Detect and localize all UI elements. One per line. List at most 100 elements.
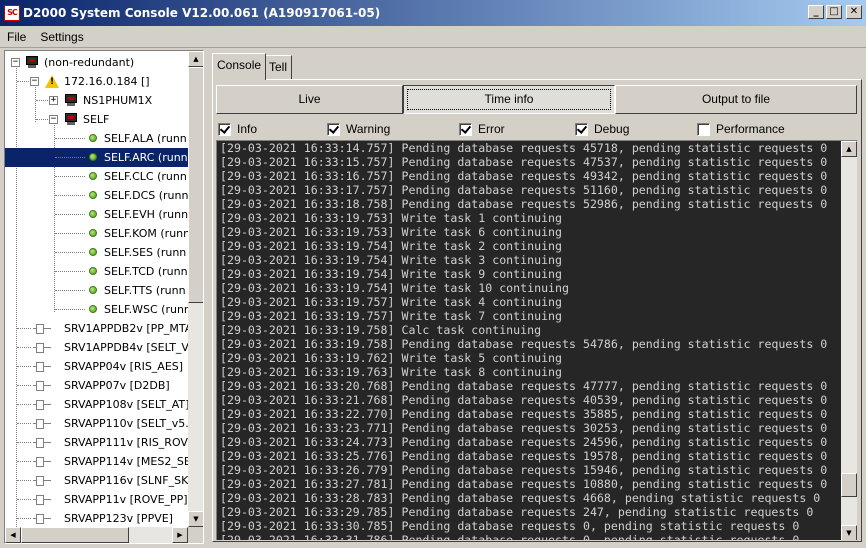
live-button[interactable]: Live (216, 85, 403, 114)
tree-node-label: SELF.DCS (runn (104, 189, 188, 202)
menu-settings[interactable]: Settings (33, 30, 90, 44)
tree-node-process[interactable]: SELF.DCS (runn (5, 186, 188, 205)
tree-node-label: (non-redundant) (44, 56, 135, 69)
computer-icon (64, 94, 78, 106)
tree-node-server[interactable]: SRV1APPDB2v [PP_MTA (5, 319, 188, 338)
minimize-button[interactable]: _ (808, 5, 824, 19)
tree-node-process[interactable]: SELF.EVH (runn (5, 205, 188, 224)
tree-node-process[interactable]: SELF.SES (runn (5, 243, 188, 262)
log-line: [29-03-2021 16:33:15.757] Pending databa… (220, 155, 828, 169)
tree-view[interactable]: − (non-redundant) − 172.16.0.184 [] + NS… (5, 51, 188, 527)
tree-node-server[interactable]: SRVAPP123v [PPVE] (5, 509, 188, 527)
log-line: [29-03-2021 16:33:17.757] Pending databa… (220, 183, 828, 197)
tree-node-label: SRVAPP116v [SLNF_SKE (64, 474, 188, 487)
expand-icon[interactable]: + (49, 96, 58, 105)
tree-node-host[interactable]: − 172.16.0.184 [] (5, 72, 188, 91)
log-line: [29-03-2021 16:33:30.785] Pending databa… (220, 519, 800, 533)
scrollbar-thumb[interactable] (21, 527, 129, 543)
maximize-button[interactable]: □ (826, 5, 842, 19)
connection-icon (33, 438, 51, 448)
tree-node-process[interactable]: SELF.ARC (runn (5, 148, 188, 167)
tree-node-server[interactable]: SRVAPP04v [RIS_AES] (5, 357, 188, 376)
tree-node-process[interactable]: SELF.TTS (runn (5, 281, 188, 300)
scroll-left-icon[interactable]: ◀ (5, 527, 21, 543)
console-log[interactable]: [29-03-2021 16:33:14.757] Pending databa… (216, 140, 857, 540)
computer-icon (64, 113, 78, 125)
checkbox-warning-box[interactable] (327, 122, 340, 136)
tree-node-server[interactable]: SRVAPP111v [RIS_ROVE (5, 433, 188, 452)
computer-icon (25, 56, 39, 68)
connection-icon (33, 400, 51, 410)
log-scrollbar[interactable]: ▲ ▼ (841, 141, 857, 540)
log-line: [29-03-2021 16:33:19.753] Write task 6 c… (220, 225, 563, 239)
tree-node-process[interactable]: SELF.CLC (runn (5, 167, 188, 186)
tree-node-server[interactable]: SRVAPP114v [MES2_SEI (5, 452, 188, 471)
tree-node-label: SRVAPP111v [RIS_ROVE (64, 436, 188, 449)
scrollbar-thumb[interactable] (188, 67, 203, 303)
running-status-icon (89, 191, 97, 199)
checkbox-info-box[interactable] (218, 122, 231, 136)
tree-node-process[interactable]: SELF.KOM (runn (5, 224, 188, 243)
tree-node-server[interactable]: SRVAPP11v [ROVE_PP] (5, 490, 188, 509)
tree-node-label: SELF.KOM (runn (104, 227, 188, 240)
collapse-icon[interactable]: − (30, 77, 39, 86)
scrollbar-thumb[interactable] (841, 473, 857, 497)
close-button[interactable]: ✕ (846, 5, 862, 19)
scroll-right-icon[interactable]: ▶ (172, 527, 188, 543)
log-line: [29-03-2021 16:33:21.768] Pending databa… (220, 393, 828, 407)
performance-checkbox[interactable]: Performance (697, 121, 785, 137)
error-checkbox[interactable]: Error (459, 121, 505, 137)
log-line: [29-03-2021 16:33:27.781] Pending databa… (220, 477, 828, 491)
tree-node-server[interactable]: SRVAPP108v [SELT_AT] (5, 395, 188, 414)
scroll-up-icon[interactable]: ▲ (188, 51, 203, 67)
warning-checkbox[interactable]: Warning (327, 121, 390, 137)
tab-console[interactable]: Console (212, 53, 267, 80)
time-info-button[interactable]: Time info (403, 85, 615, 114)
warning-icon (45, 75, 59, 88)
checkbox-error-box[interactable] (459, 122, 472, 136)
log-line: [29-03-2021 16:33:25.776] Pending databa… (220, 449, 828, 463)
tree-node-process[interactable]: SELF.WSC (runn (5, 300, 188, 319)
tree-node-label: NS1PHUM1X (83, 94, 153, 107)
tree-node-server[interactable]: SRVAPP07v [D2DB] (5, 376, 188, 395)
scroll-down-icon[interactable]: ▼ (841, 525, 857, 540)
log-lines: [29-03-2021 16:33:14.757] Pending databa… (220, 141, 840, 540)
collapse-icon[interactable]: − (11, 58, 20, 67)
checkbox-debug-box[interactable] (575, 122, 588, 136)
scroll-down-icon[interactable]: ▼ (188, 511, 203, 527)
tree-node-label: SELF.TTS (runn (104, 284, 186, 297)
menu-file[interactable]: File (0, 30, 33, 44)
warning-label: Warning (346, 122, 391, 136)
connection-icon (33, 476, 51, 486)
log-line: [29-03-2021 16:33:19.757] Write task 7 c… (220, 309, 563, 323)
connection-icon (33, 514, 51, 524)
tree-node-label: SRV1APPDB2v [PP_MTA (64, 322, 188, 335)
tree-scrollbar-horizontal[interactable]: ◀ ▶ (5, 527, 188, 543)
tree-node-server[interactable]: SRV1APPDB4v [SELT_V (5, 338, 188, 357)
log-line: [29-03-2021 16:33:23.771] Pending databa… (220, 421, 828, 435)
collapse-icon[interactable]: − (49, 115, 58, 124)
checkbox-performance-box[interactable] (697, 122, 710, 136)
scroll-up-icon[interactable]: ▲ (841, 141, 857, 157)
log-line: [29-03-2021 16:33:20.768] Pending databa… (220, 379, 828, 393)
tree-node-label: SRVAPP11v [ROVE_PP] (64, 493, 188, 506)
tree-node-server[interactable]: SRVAPP110v [SELT_v5. (5, 414, 188, 433)
tree-node-process[interactable]: SELF.TCD (runn (5, 262, 188, 281)
tree-scrollbar-vertical[interactable]: ▲ ▼ (188, 51, 203, 527)
tree-node-process[interactable]: SELF.ALA (runn (5, 129, 188, 148)
tree-node-root[interactable]: − (non-redundant) (5, 53, 188, 72)
tree-node-ns1[interactable]: + NS1PHUM1X (5, 91, 188, 110)
log-line: [29-03-2021 16:33:19.758] Calc task cont… (220, 323, 542, 337)
tree-node-server[interactable]: SRVAPP116v [SLNF_SKE (5, 471, 188, 490)
tree-node-self[interactable]: − SELF (5, 110, 188, 129)
tree-node-label: SRVAPP123v [PPVE] (64, 512, 173, 525)
info-checkbox[interactable]: Info (218, 121, 257, 137)
console-tab-page: Live Time info Output to file Info Warni… (212, 79, 862, 542)
tree-node-label: SELF.EVH (runn (104, 208, 188, 221)
debug-checkbox[interactable]: Debug (575, 121, 629, 137)
process-tree[interactable]: − (non-redundant) − 172.16.0.184 [] + NS… (4, 50, 204, 544)
tab-tell[interactable]: Tell (264, 55, 293, 79)
output-to-file-button[interactable]: Output to file (615, 85, 857, 114)
log-line: [29-03-2021 16:33:19.753] Write task 1 c… (220, 211, 563, 225)
title-bar[interactable]: SC D2000 System Console V12.00.061 (A190… (0, 0, 866, 26)
